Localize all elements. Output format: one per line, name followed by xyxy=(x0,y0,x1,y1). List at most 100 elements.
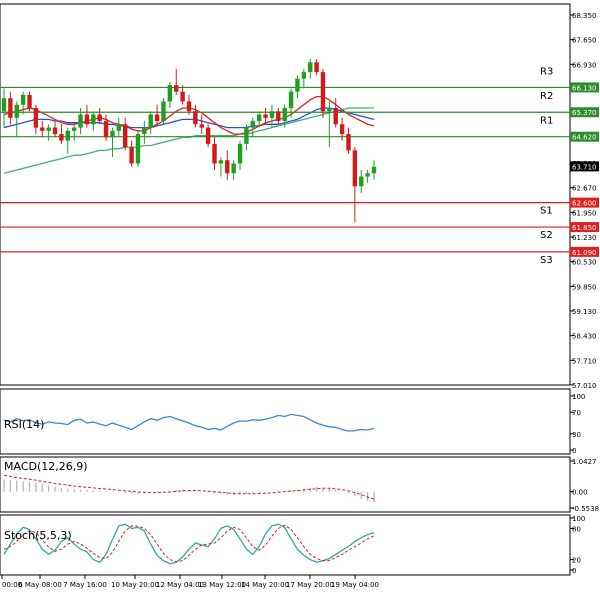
candle-body xyxy=(91,114,96,125)
level-label-r3: R3 xyxy=(540,66,553,77)
level-label-r2: R2 xyxy=(540,91,553,102)
candle-body xyxy=(359,176,364,187)
level-tag-text-r1: 64.620 xyxy=(572,134,597,142)
candle-body xyxy=(346,134,351,151)
candle-body xyxy=(8,98,13,118)
price-tick-label: 59.130 xyxy=(572,308,597,316)
candle-body xyxy=(212,143,217,164)
candle-body xyxy=(269,111,275,118)
chart-canvas: R3 R2 R1 S1 S2 S3 68.350 67.650 66.930 65.370 64.… xyxy=(0,3,599,589)
macd-tick-label: 1.0427 xyxy=(572,458,597,466)
candle-body xyxy=(301,72,307,79)
candle-body xyxy=(199,124,204,128)
price-tick-label: 61.230 xyxy=(572,234,597,242)
rsi-tick-label: 100 xyxy=(572,393,585,401)
macd-title: MACD(12,26,9) xyxy=(4,460,88,473)
time-tick-label: 10 May 20:00 xyxy=(111,581,159,589)
time-tick-label: 12 May 04:00 xyxy=(156,581,204,589)
candle-body xyxy=(250,121,255,128)
price-tick-label: 60.530 xyxy=(572,259,597,267)
candle-body xyxy=(225,160,230,174)
candle-body xyxy=(78,114,83,128)
candle-body xyxy=(123,124,128,148)
level-label-s1: S1 xyxy=(540,206,553,217)
candle-body xyxy=(282,107,287,122)
time-tick-label: 17 May 20:00 xyxy=(286,581,334,589)
level-tag-text-s2: 61.850 xyxy=(572,224,597,232)
stoch-tick-label: 20 xyxy=(572,557,581,565)
time-tick-label: 6 May 08:00 xyxy=(18,581,62,589)
candle-body xyxy=(231,163,236,174)
rsi-tick-label: 0 xyxy=(572,447,576,455)
stoch-panel xyxy=(0,514,571,576)
price-tick-label: 61.950 xyxy=(572,209,597,217)
candle-body xyxy=(27,94,32,108)
candle-body xyxy=(129,147,134,164)
time-tick-label: 13 May 12:00 xyxy=(198,581,246,589)
price-tick-label: 59.850 xyxy=(572,283,597,291)
candle-body xyxy=(1,98,7,112)
candle-body xyxy=(71,127,77,131)
price-panel xyxy=(0,3,571,386)
price-tick-label: 67.650 xyxy=(572,37,597,45)
candle-body xyxy=(148,114,153,128)
level-tag-text-s1: 62.600 xyxy=(572,200,597,208)
candle-body xyxy=(288,91,294,108)
last-price-text: 63.710 xyxy=(572,163,597,171)
price-tick-label: 57.010 xyxy=(572,382,597,390)
candle-body xyxy=(371,166,377,174)
time-tick-label: 7 May 16:00 xyxy=(63,581,107,589)
candle-body xyxy=(308,62,313,73)
level-tag-text-r2: 65.370 xyxy=(572,109,597,117)
price-tick-label: 66.930 xyxy=(572,61,597,69)
candle-body xyxy=(218,160,224,164)
candle-body xyxy=(314,62,319,73)
candle-body xyxy=(244,127,249,144)
candle-body xyxy=(103,121,109,138)
level-tag-text-r3: 66.130 xyxy=(572,84,597,92)
candle-body xyxy=(59,134,64,141)
candle-body xyxy=(97,114,102,122)
candle-body xyxy=(52,127,58,135)
candle-body xyxy=(295,78,300,92)
candle-body xyxy=(154,114,160,122)
level-label-r1: R1 xyxy=(540,116,553,127)
price-tick-label: 58.430 xyxy=(572,333,597,341)
candle-body xyxy=(186,101,192,112)
candle-body xyxy=(142,127,147,135)
candle-body xyxy=(276,111,281,122)
rsi-tick-label: 30 xyxy=(572,431,581,439)
stoch-tick-label: 0 xyxy=(572,567,576,575)
candle-body xyxy=(40,127,45,131)
time-tick-label: 19 May 04:00 xyxy=(331,581,379,589)
candle-body xyxy=(333,107,338,125)
candle-body xyxy=(167,85,173,102)
candle-body xyxy=(352,150,358,187)
level-label-s2: S2 xyxy=(540,230,553,241)
candle-body xyxy=(46,127,51,131)
candle-body xyxy=(135,134,141,164)
price-tick-label: 57.710 xyxy=(572,357,597,365)
stoch-tick-label: 80 xyxy=(572,525,581,533)
price-tick-label: 62.670 xyxy=(572,185,597,193)
candle-body xyxy=(110,130,115,138)
candle-body xyxy=(116,124,122,131)
candle-body xyxy=(174,85,179,92)
candle-body xyxy=(256,114,262,122)
level-label-s3: S3 xyxy=(540,255,553,266)
level-tag-text-s3: 61.090 xyxy=(572,249,597,257)
candle-body xyxy=(263,114,268,118)
time-tick-label: 14 May 20:00 xyxy=(241,581,289,589)
stoch-tick-label: 100 xyxy=(572,515,585,523)
candle-body xyxy=(161,101,166,122)
candle-body xyxy=(237,143,243,164)
candle-body xyxy=(33,107,39,128)
candle-body xyxy=(84,114,90,125)
candle-body xyxy=(193,111,198,125)
candle-body xyxy=(327,107,332,112)
macd-tick-label: 0.00 xyxy=(572,489,588,497)
candle-body xyxy=(320,72,326,112)
rsi-title: RSI(14) xyxy=(4,418,44,431)
rsi-tick-label: 70 xyxy=(572,409,581,417)
macd-tick-label: -0.5538 xyxy=(572,505,599,513)
